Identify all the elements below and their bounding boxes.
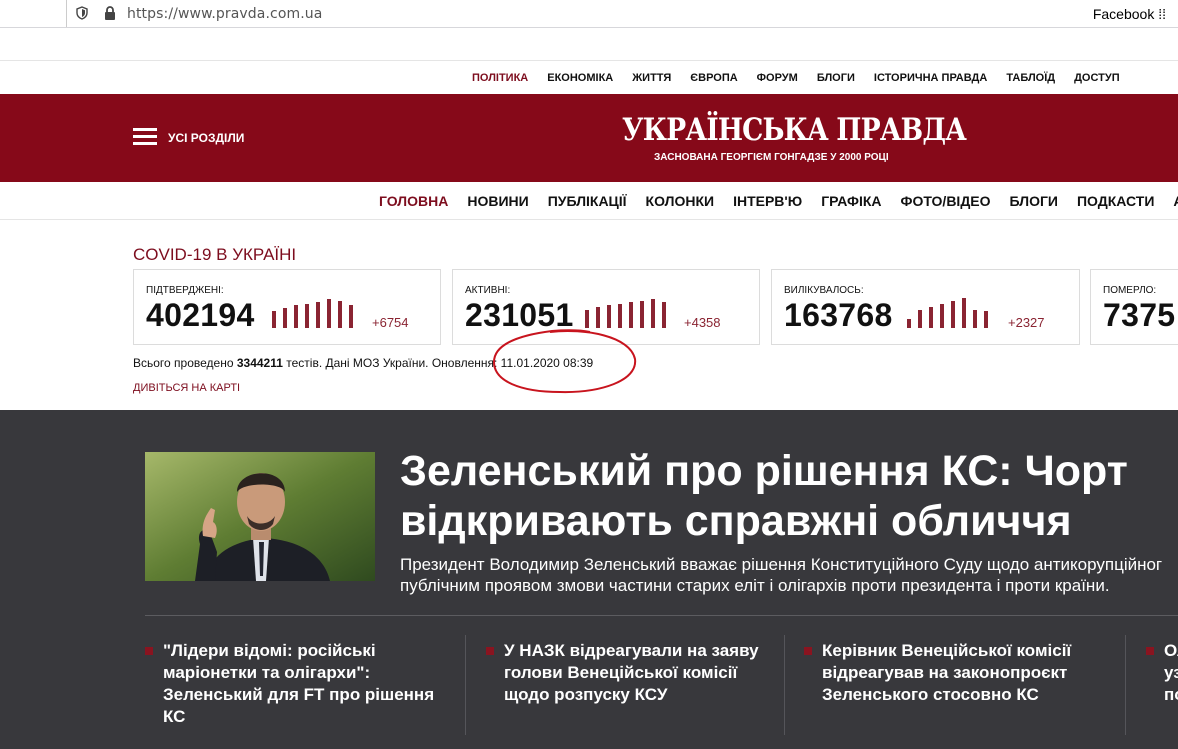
topnav-item[interactable]: ЕКОНОМІКА (547, 72, 613, 84)
news-line: КС (163, 707, 186, 726)
card-label: ПОМЕРЛО: (1103, 285, 1157, 296)
sparkline-bar (338, 301, 342, 328)
news-line: по (1164, 685, 1178, 704)
sparkline-bar (929, 307, 933, 328)
topnav-item[interactable]: ТАБЛОЇД (1006, 72, 1055, 84)
shield-icon[interactable] (76, 6, 88, 20)
card-label: ВИЛІКУВАЛОСЬ: (784, 285, 864, 296)
top-category-nav: ПОЛІТИКА ЕКОНОМІКА ЖИТТЯ ЄВРОПА ФОРУМ БЛОГИ ІС… (0, 60, 1178, 94)
sparkline-bar (662, 302, 666, 328)
news-line: Зеленського стосовно КС (822, 685, 1039, 704)
mainnav-item[interactable]: ПОДКАСТИ (1077, 193, 1154, 209)
mainnav-item[interactable]: БЛОГИ (1010, 193, 1058, 209)
url-text[interactable]: https://www.pravda.com.ua (127, 6, 322, 22)
card-sparkline (272, 298, 360, 328)
mainnav-item[interactable]: ГОЛОВНА (379, 193, 448, 209)
card-value: 163768 (784, 297, 893, 333)
sparkline-bar (316, 302, 320, 328)
card-delta: +2327 (1008, 315, 1045, 330)
sparkline-bar (962, 298, 966, 328)
menu-icon[interactable] (133, 128, 157, 146)
main-nav: ГОЛОВНА НОВИНИ ПУБЛІКАЦІЇ КОЛОНКИ ІНТЕРВ'Ю ГР… (0, 182, 1178, 220)
sparkline-bar (629, 302, 633, 328)
sparkline-bar (283, 308, 287, 328)
main-story-lead[interactable]: Президент Володимир Зеленський вважає рі… (400, 554, 1178, 596)
divider (145, 615, 1178, 616)
card-value: 402194 (146, 297, 255, 333)
covid-title[interactable]: COVID-19 В УКРАЇНІ (133, 245, 296, 265)
divider (465, 635, 466, 735)
bullet-square-icon (145, 647, 153, 655)
news-line: відреагував на законопроєкт (822, 663, 1068, 682)
card-sparkline (907, 298, 995, 328)
sparkline-bar (640, 301, 644, 328)
card-delta: +6754 (372, 315, 409, 330)
covid-card-deaths[interactable]: ПОМЕРЛО: 7375 (1090, 269, 1178, 345)
mainnav-item[interactable]: НОВИНИ (467, 193, 528, 209)
news-line: У НАЗК відреагували на заяву (504, 641, 759, 660)
sparkline-bar (984, 311, 988, 328)
topnav-item[interactable]: БЛОГИ (817, 72, 855, 84)
topnav-item[interactable]: ЖИТТЯ (632, 72, 671, 84)
news-line: Керівник Венеційської комісії (822, 641, 1072, 660)
topnav-item[interactable]: ДОСТУП (1074, 72, 1120, 84)
sparkline-bar (918, 310, 922, 328)
sparkline-bar (596, 307, 600, 328)
lock-icon[interactable] (103, 5, 117, 21)
sparkline-bar (651, 299, 655, 328)
card-value: 7375 (1103, 297, 1176, 333)
mainnav-item[interactable]: КОЛОНКИ (646, 193, 715, 209)
topnav-item[interactable]: ІСТОРИЧНА ПРАВДА (874, 72, 987, 84)
site-slogan: ЗАСНОВАНА ГЕОРГІЄМ ГОНГАДЗЕ У 2000 РОЦІ (654, 152, 889, 163)
sparkline-bar (907, 319, 911, 328)
sparkline-bar (618, 304, 622, 328)
main-news-section: Зеленський про рішення КС: Чорт відкрива… (0, 410, 1178, 749)
covid-card-recovered[interactable]: ВИЛІКУВАЛОСЬ: 163768 +2327 (771, 269, 1080, 345)
browser-address-bar: https://www.pravda.com.ua Facebook ⁞⁞ (0, 0, 1178, 28)
mainnav-item[interactable]: ФОТО/ВІДЕО (901, 193, 991, 209)
main-story-photo[interactable] (145, 452, 375, 581)
mainnav-item[interactable]: ГРАФІКА (821, 193, 881, 209)
bullet-square-icon (486, 647, 494, 655)
divider (1125, 635, 1126, 735)
news-line: "Лідери відомі: російські (163, 641, 376, 660)
all-sections-link[interactable]: УСІ РОЗДІЛИ (168, 131, 244, 145)
sparkline-bar (973, 310, 977, 328)
news-line: щодо розпуску КСУ (504, 685, 668, 704)
bullet-square-icon (804, 647, 812, 655)
sparkline-bar (272, 311, 276, 328)
sparkline-bar (327, 299, 331, 328)
sparkline-bar (294, 305, 298, 328)
bullet-square-icon (1146, 647, 1154, 655)
bookmark-facebook[interactable]: Facebook ⁞⁞ (1093, 6, 1166, 22)
mainnav-item[interactable]: ІНТЕРВ'Ю (733, 193, 802, 209)
sparkline-bar (305, 304, 309, 328)
site-header: УСІ РОЗДІЛИ УКРАЇНСЬКА ПРАВДА ЗАСНОВАНА … (0, 94, 1178, 182)
mainnav-item[interactable]: ПУБЛІКАЦІЇ (548, 193, 627, 209)
news-line: уз (1164, 663, 1178, 682)
hand-drawn-circle (492, 329, 637, 394)
news-line: Ол (1164, 641, 1178, 660)
card-label: АКТИВНІ: (465, 285, 511, 296)
sparkline-bar (940, 304, 944, 328)
sparkline-bar (349, 305, 353, 328)
topnav-item[interactable]: ПОЛІТИКА (472, 72, 528, 84)
main-story-headline[interactable]: Зеленський про рішення КС: Чорт відкрива… (400, 446, 1178, 546)
topnav-item[interactable]: ФОРУМ (757, 72, 798, 84)
news-line: Зеленський для FT про рішення (163, 685, 435, 704)
card-delta: +4358 (684, 315, 721, 330)
card-sparkline (585, 298, 673, 328)
site-logo[interactable]: УКРАЇНСЬКА ПРАВДА (622, 112, 967, 148)
map-link[interactable]: ДИВІТЬСЯ НА КАРТІ (133, 382, 240, 394)
topnav-item[interactable]: ЄВРОПА (690, 72, 737, 84)
news-line: маріонетки та олігархи": (163, 663, 371, 682)
news-line: голови Венеційської комісії (504, 663, 738, 682)
card-label: ПІДТВЕРДЖЕНІ: (146, 285, 224, 296)
mainnav-item[interactable]: АРХІВ (1173, 193, 1178, 209)
sparkline-bar (607, 305, 611, 328)
covid-card-confirmed[interactable]: ПІДТВЕРДЖЕНІ: 402194 +6754 (133, 269, 441, 345)
sparkline-bar (951, 301, 955, 328)
divider (784, 635, 785, 735)
